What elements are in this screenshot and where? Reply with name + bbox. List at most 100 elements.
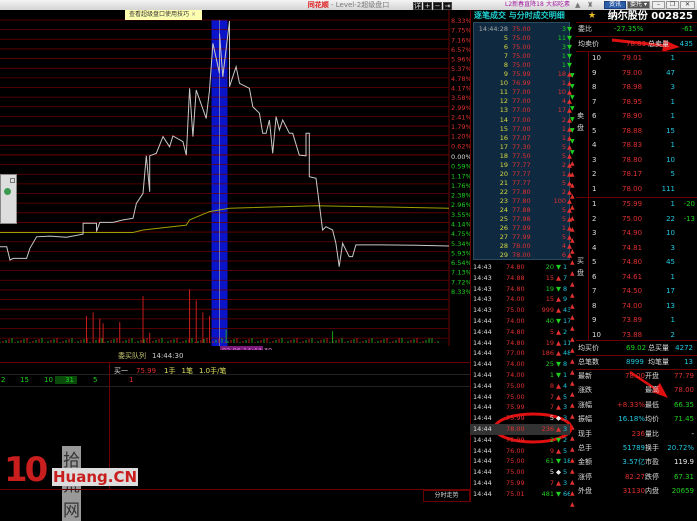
bid-change: -13 [683, 214, 695, 223]
minute-tick-row[interactable]: 14:43 74.80 20 ▼ 1 [470, 262, 570, 273]
minute-tick-row[interactable]: 14:44 76.00 9 ▲ 5 [470, 446, 570, 457]
minute-tick-row[interactable]: 14:44 75.00 61 ▼ 18 [470, 456, 570, 467]
minute-tick-row[interactable]: 14:43 74.00 15 ▲ 9 [470, 294, 570, 305]
stat-label: 振幅 [578, 415, 592, 424]
tick-time: 14:44 [473, 414, 492, 423]
stat-label: 最高 [645, 386, 659, 395]
tick-count: 1 [563, 263, 568, 271]
minute-tick-row[interactable]: 14:44 75.99 7 ▲ 3 [470, 402, 570, 413]
tick-count: 4 [563, 381, 568, 390]
minute-tick-row[interactable]: 14:44 75.00 5 ◆ 5 [470, 467, 570, 478]
ask-row: 5 78.88 15 [576, 125, 697, 137]
tick-count: 5 [563, 468, 568, 477]
level-number: 10 [592, 330, 601, 339]
tick-volume: 61 [545, 457, 554, 466]
tick-price: 74.88 [506, 273, 525, 282]
bid-price: 73.88 [622, 330, 643, 339]
stat-label: 最新 [578, 372, 592, 380]
tick-price: 75.01 [506, 489, 525, 498]
minute-tick-row[interactable]: 14:44 74.00 40 ▼ 17 [470, 316, 570, 327]
level-number: 5 [592, 126, 597, 135]
stat-value: - [691, 429, 694, 438]
direction-arrow-icon: ▲ [556, 349, 561, 358]
stat-row: 最新 78.00 开盘 77.79 [576, 370, 697, 382]
stat-label: 涨跌 [578, 386, 592, 395]
tick-price: 75.99 [506, 479, 525, 487]
stat-label: 量比 [645, 429, 659, 438]
bid-volume: 2 [670, 330, 675, 339]
ask-row: 8 78.98 3 [576, 81, 697, 93]
bid-row: 5 74.80 45 [576, 256, 697, 268]
ask-price: 78.00 [622, 184, 643, 193]
level-number: 10 [592, 54, 601, 62]
tick-time: 14:44 [473, 489, 492, 498]
bid-volume: 22 [666, 214, 675, 223]
avg-sell-row: 均卖价 78.83 总卖量 435 [576, 38, 697, 50]
minute-tick-row[interactable]: 14:44 77.00 186 ▲ 48 [470, 348, 570, 359]
ask-volume: 3 [670, 83, 675, 91]
stat-label: 金额 [578, 458, 592, 467]
divider [576, 36, 697, 37]
minute-tick-row[interactable]: 14:44 75.99 2 ▼ 2 [470, 435, 570, 446]
total-trades-label: 总笔数 [578, 358, 599, 366]
ask-price: 79.00 [622, 68, 643, 77]
tick-time: 14:44 [473, 338, 492, 347]
tick-count: 3 [563, 479, 568, 487]
stat-value: 82.27 [624, 472, 645, 481]
minute-tick-row[interactable]: 14:44 75.99 7 ▲ 3 [470, 478, 570, 489]
direction-arrow-icon: ▲ [556, 338, 561, 347]
tick-volume: 1 [549, 371, 554, 379]
minute-tick-row[interactable]: 14:44 75.01 481 ▼ 66 [470, 489, 570, 500]
minute-tick-row[interactable]: 14:43 75.00 999 ▲ 43 [470, 305, 570, 316]
direction-arrow-icon: ▼ [556, 263, 561, 271]
minute-tick-row[interactable]: 14:43 74.80 19 ▼ 8 [470, 284, 570, 295]
stat-label: 涨幅 [578, 400, 592, 409]
avg-sell-label: 均卖价 [578, 40, 599, 48]
tick-time: 14:44 [473, 479, 492, 487]
tick-price: 74.80 [506, 284, 525, 293]
minute-tick-row[interactable]: 14:44 75.99 5 ◆ 3 [470, 413, 570, 424]
tick-volume: 25 [545, 360, 554, 369]
level-number: 2 [592, 214, 597, 223]
minute-tick-row[interactable]: 14:43 74.88 15 ▲ 7 [470, 273, 570, 284]
stat-value: 16.18% [618, 415, 645, 424]
bid-price: 74.81 [622, 243, 643, 252]
minute-tick-row[interactable]: 14:44 75.00 8 ▲ 4 [470, 381, 570, 392]
tick-time: 14:44 [473, 392, 492, 401]
tick-volume: 7 [549, 403, 554, 412]
minute-tick-row[interactable]: 14:44 74.00 25 ▼ 8 [470, 359, 570, 370]
tick-volume: 236 [541, 425, 554, 433]
minute-tick-row[interactable]: 14:44 75.00 7 ▲ 5 [470, 392, 570, 403]
tick-count: 3 [563, 414, 568, 423]
tick-price: 75.00 [506, 457, 525, 466]
minute-tick-row[interactable]: 14:44 74.80 5 ▲ 2 [470, 327, 570, 338]
ask-volume: 10 [666, 155, 675, 164]
tick-count: 17 [563, 317, 570, 325]
tick-price: 74.80 [506, 263, 525, 271]
stat-row: 总手 51789 换手 20.72% [576, 442, 697, 454]
minute-tick-row[interactable]: 14:44 74.80 19 ▲ 11 [470, 338, 570, 349]
stat-value: 3.57亿 [622, 458, 645, 467]
tick-count: 2 [563, 327, 568, 336]
stat-value: 119.9 [673, 458, 694, 467]
ask-row: 7 78.95 1 [576, 96, 697, 108]
ask-price: 78.83 [622, 141, 643, 149]
tick-time: 14:44 [473, 446, 492, 455]
stat-label: 市盈 [645, 458, 659, 467]
tick-volume: 19 [545, 338, 554, 347]
ask-volume: 111 [661, 184, 675, 193]
minute-tick-row[interactable]: 14:44 78.00 236 ▲ 3 [470, 424, 570, 435]
bid-volume: 10 [666, 229, 675, 237]
total-buy-label: 总买量 [648, 344, 669, 352]
tick-volume: 7 [549, 479, 554, 487]
level-number: 4 [592, 243, 597, 252]
ask-price: 78.80 [622, 155, 643, 164]
bid-row: 9 73.89 1 [576, 314, 697, 326]
stat-label: 跌停 [645, 472, 659, 481]
level-number: 9 [592, 316, 597, 324]
ask-volume: 1 [670, 54, 675, 62]
minute-tick-row[interactable]: 14:44 74.00 1 ▼ 1 [470, 370, 570, 381]
tick-time: 14:44 [473, 317, 492, 325]
level-number: 8 [592, 301, 597, 310]
bid-price: 75.00 [622, 214, 643, 223]
